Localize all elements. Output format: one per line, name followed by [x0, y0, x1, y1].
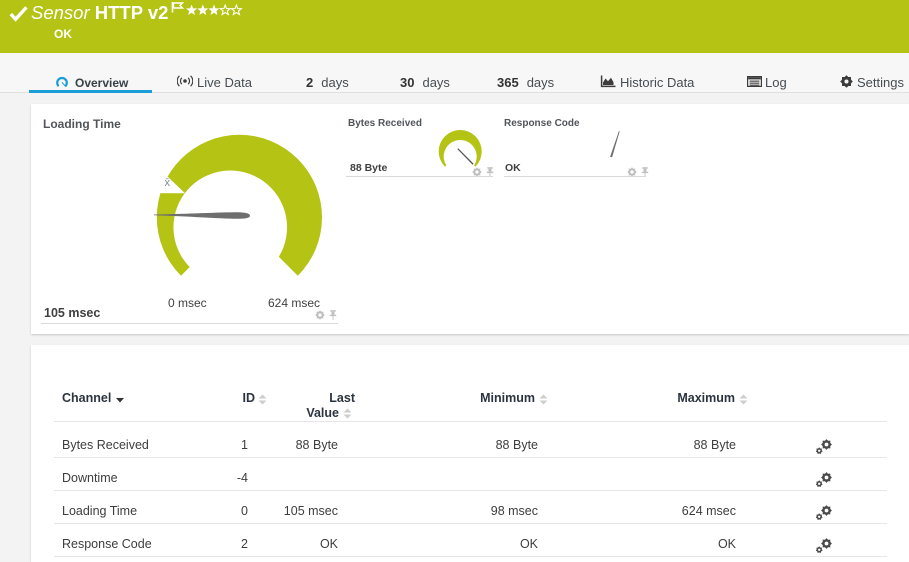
svg-text:x̄: x̄ — [165, 177, 171, 189]
